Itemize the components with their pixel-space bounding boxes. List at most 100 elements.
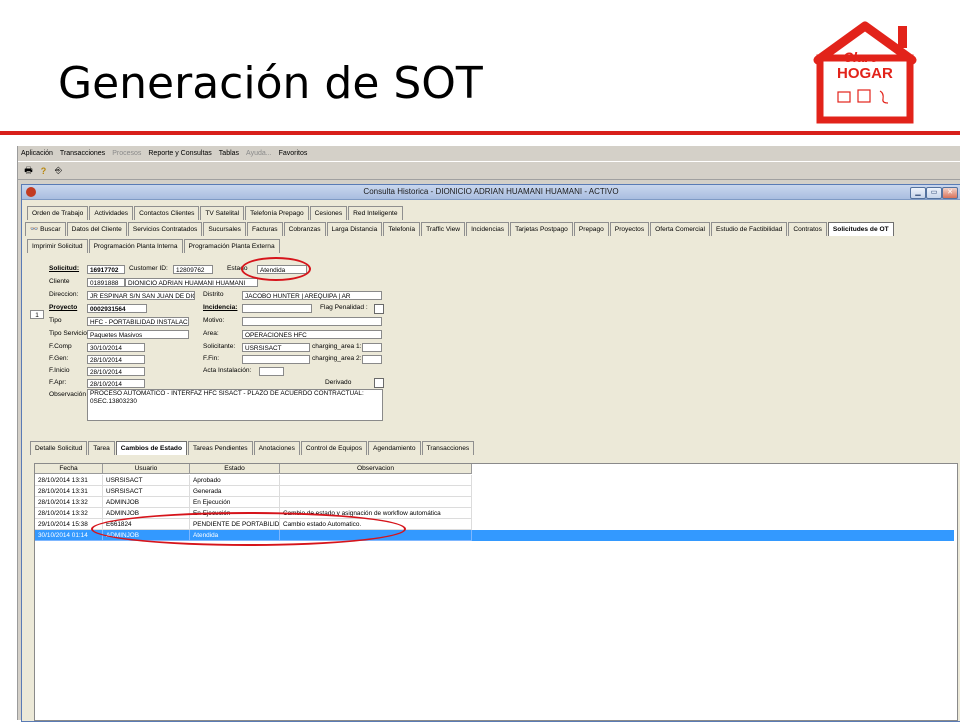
help-icon[interactable]: ?: [37, 164, 50, 177]
menu-reporte-consultas[interactable]: Reporte y Consultas: [148, 148, 211, 160]
observacion-line-2: 0SEC.13803230: [90, 398, 137, 405]
application-window: Aplicación Transacciones Procesos Report…: [17, 146, 960, 722]
tab-tarjetas-postpago[interactable]: Tarjetas Postpago: [510, 222, 573, 236]
cliente-code-field[interactable]: 01891888: [87, 278, 125, 287]
menu-aplicacion[interactable]: Aplicación: [21, 148, 53, 160]
acta-instalacion-field[interactable]: [259, 367, 284, 376]
tab-cambios-estado[interactable]: Cambios de Estado: [115, 441, 187, 455]
proyecto-label: Proyecto: [49, 304, 78, 311]
tab-contratos[interactable]: Contratos: [788, 222, 827, 236]
observacion-line-1: PROCESO AUTOMATICO - INTERFAZ HFC SISACT…: [90, 390, 364, 397]
motivo-label: Motivo:: [203, 317, 225, 324]
charging-area-2-field[interactable]: [362, 355, 382, 364]
header-fecha[interactable]: Fecha: [35, 464, 103, 474]
tab-telefonia-prepago[interactable]: Telefonía Prepago: [245, 206, 309, 220]
table-row[interactable]: 28/10/2014 13:31 USRSISACT Aprobado: [35, 475, 472, 486]
tab-buscar[interactable]: 👓 Buscar: [25, 222, 66, 236]
solicitante-label: Solicitante:: [203, 343, 236, 350]
fgen-field[interactable]: 28/10/2014: [87, 355, 145, 364]
tab-cobranzas[interactable]: Cobranzas: [283, 222, 326, 236]
header-divider: [0, 131, 960, 135]
tab-servicios-contratados[interactable]: Servicios Contratados: [127, 222, 203, 236]
header-usuario[interactable]: Usuario: [103, 464, 190, 474]
tab-detalle-solicitud[interactable]: Detalle Solicitud: [30, 441, 88, 455]
solicitud-field[interactable]: 16917702: [87, 265, 125, 274]
slide-title: Generación de SOT: [58, 58, 483, 109]
tipo-servicio-field[interactable]: Paquetes Masivos: [87, 330, 189, 339]
tab-tv-satelital[interactable]: TV Satelital: [200, 206, 245, 220]
menu-procesos[interactable]: Procesos: [112, 148, 141, 160]
customer-id-field[interactable]: 12809762: [173, 265, 213, 274]
menu-transacciones[interactable]: Transacciones: [60, 148, 105, 160]
direccion-field[interactable]: JR ESPINAR S/N SAN JUAN DE DIOS: [87, 291, 195, 300]
window-title: Consulta Historica - DIONICIO ADRIAN HUA…: [363, 187, 619, 196]
tipo-field[interactable]: HFC - PORTABILIDAD INSTALACION: [87, 317, 189, 326]
tab-sucursales[interactable]: Sucursales: [203, 222, 246, 236]
logo-word-hogar: HOGAR: [837, 65, 893, 82]
tipo-servicio-label: Tipo Servicio: [49, 330, 87, 337]
table-row[interactable]: 28/10/2014 13:31 USRSISACT Generada: [35, 486, 472, 497]
minimize-icon[interactable]: ▁: [910, 187, 926, 199]
flag-penalidad-checkbox[interactable]: [374, 304, 384, 314]
tab-anotaciones[interactable]: Anotaciones: [253, 441, 300, 455]
fcomp-label: F.Comp: [49, 343, 72, 350]
tab-contactos-clientes[interactable]: Contactos Clientes: [134, 206, 200, 220]
tab-datos-cliente[interactable]: Datos del Cliente: [66, 222, 127, 236]
table-row[interactable]: 28/10/2014 13:32 ADMINJOB En Ejecución: [35, 497, 472, 508]
tab-prepago[interactable]: Prepago: [573, 222, 609, 236]
cliente-name-field[interactable]: DIONICIO ADRIAN HUAMANI HUAMANI: [125, 278, 258, 287]
tab-tarea[interactable]: Tarea: [88, 441, 115, 455]
distrito-field[interactable]: JACOBO HUNTER | AREQUIPA | AR: [242, 291, 382, 300]
menu-tablas[interactable]: Tablas: [219, 148, 239, 160]
grid-header: Fecha Usuario Estado Observacion: [35, 464, 472, 474]
header-observacion[interactable]: Observacion: [280, 464, 472, 474]
tab-larga-distancia[interactable]: Larga Distancia: [326, 222, 383, 236]
cliente-label: Cliente: [49, 278, 70, 285]
tab-telefonia[interactable]: Telefonía: [383, 222, 421, 236]
menu-favoritos[interactable]: Favoritos: [279, 148, 308, 160]
tab-transacciones[interactable]: Transacciones: [421, 441, 475, 455]
area-label: Area:: [203, 330, 219, 337]
restore-icon[interactable]: ▭: [926, 187, 942, 199]
tab-actividades[interactable]: Actividades: [89, 206, 134, 220]
estado-history-grid: Fecha Usuario Estado Observacion 28/10/2…: [34, 463, 958, 721]
header-estado[interactable]: Estado: [190, 464, 280, 474]
solicitud-label: Solicitud:: [49, 265, 80, 272]
solicitante-field[interactable]: USRSISACT: [242, 343, 310, 352]
derivado-checkbox[interactable]: [374, 378, 384, 388]
cell-estado: Aprobado: [190, 475, 280, 486]
tab-programacion-planta-externa[interactable]: Programación Planta Externa: [183, 239, 280, 253]
motivo-field[interactable]: [242, 317, 382, 326]
close-icon[interactable]: ✕: [942, 187, 958, 199]
proyecto-field[interactable]: 0002931564: [87, 304, 147, 313]
tab-agendamiento[interactable]: Agendamiento: [368, 441, 421, 455]
print-icon[interactable]: 🖶: [22, 164, 35, 177]
tab-oferta-comercial[interactable]: Oferta Comercial: [650, 222, 710, 236]
finicio-field[interactable]: 28/10/2014: [87, 367, 145, 376]
tab-traffic-view[interactable]: Traffic View: [421, 222, 466, 236]
fapr-field[interactable]: 28/10/2014: [87, 379, 145, 388]
tab-control-equipos[interactable]: Control de Equipos: [300, 441, 367, 455]
tab-red-inteligente[interactable]: Red Inteligente: [348, 206, 403, 220]
incidencia-field[interactable]: [242, 304, 312, 313]
tab-imprimir-solicitud[interactable]: Imprimir Solicitud: [27, 239, 88, 253]
fcomp-field[interactable]: 30/10/2014: [87, 343, 145, 352]
tab-solicitudes-ot[interactable]: Solicitudes de OT: [827, 222, 894, 236]
cell-observacion: [280, 475, 472, 486]
tab-tareas-pendientes[interactable]: Tareas Pendientes: [187, 441, 253, 455]
exit-icon[interactable]: ⎆: [52, 164, 65, 177]
charging-area-1-field[interactable]: [362, 343, 382, 352]
tab-cesiones[interactable]: Cesiones: [309, 206, 348, 220]
tab-facturas[interactable]: Facturas: [246, 222, 283, 236]
menu-ayuda[interactable]: Ayuda...: [246, 148, 272, 160]
tab-incidencias[interactable]: Incidencias: [466, 222, 510, 236]
tab-estudio-factibilidad[interactable]: Estudio de Factibilidad: [710, 222, 788, 236]
side-number-button[interactable]: 1: [30, 310, 44, 319]
tab-programacion-planta-interna[interactable]: Programación Planta Interna: [88, 239, 183, 253]
cell-usuario: USRSISACT: [103, 475, 190, 486]
tab-proyectos[interactable]: Proyectos: [609, 222, 650, 236]
observacion-textarea[interactable]: PROCESO AUTOMATICO - INTERFAZ HFC SISACT…: [87, 389, 383, 421]
ffin-field[interactable]: [242, 355, 310, 364]
tab-orden-trabajo[interactable]: Orden de Trabajo: [27, 206, 89, 220]
area-field[interactable]: OPERACIONES HFC: [242, 330, 382, 339]
